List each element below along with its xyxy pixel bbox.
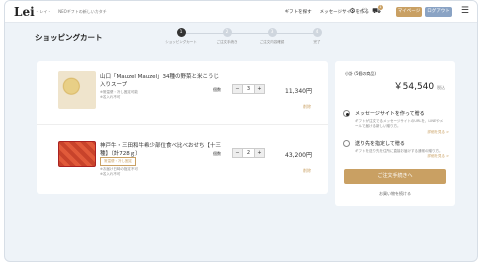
quantity-decrease-button[interactable]: − — [233, 149, 242, 157]
cart-items-panel: 山口「Mauzel Mauzel」34種の野菜と米こうじ入りスープ ※常温便・冷… — [37, 61, 328, 194]
radio-message-site[interactable] — [343, 110, 350, 117]
quantity-label: 個数 — [213, 87, 221, 92]
step-4-number: 4 — [312, 28, 322, 37]
cart-count-badge: 1 — [378, 5, 383, 10]
option-details-link[interactable]: 詳細を見る > — [427, 154, 449, 159]
quantity-value[interactable]: 3 — [242, 85, 255, 93]
option-title[interactable]: 送り先を指定して贈る — [355, 140, 405, 147]
app-frame: Lei - レイ - NEOギフトの新しいカタチ ギフトを探す メッセージサイト… — [4, 0, 478, 262]
item-price: 11,340円 — [285, 88, 312, 95]
nav-find-gift[interactable]: ギフトを探す — [285, 9, 312, 15]
cart-item: 神戸牛・三田和牛希少部位食べ比べおせち【十三種】（計728ｇ） 常温便・冷し固定… — [37, 125, 328, 189]
option-ship-to-address[interactable]: 送り先を指定して贈る ギフトを送り先を住所に直接お届けする通常の贈り方。 詳細を… — [343, 140, 449, 164]
option-details-link[interactable]: 詳細を見る > — [427, 130, 449, 135]
step-3: 3 ご注文内容確認 — [252, 28, 292, 45]
continue-shopping-link[interactable]: お買い物を続ける — [335, 191, 455, 197]
step-2-label: ご注文手続き — [216, 40, 238, 44]
header-icons: ⚙ ♡ ⛟ 1 — [348, 5, 383, 15]
subtotal-value: ￥54,540 — [393, 82, 435, 92]
checkout-progress-steps: 1 ショッピングカート 2 ご注文手続き 3 ご注文内容確認 4 完了 — [165, 28, 322, 48]
shipping-tag: 常温便・冷し固定 — [100, 157, 136, 166]
item-price: 43,200円 — [285, 152, 312, 159]
product-name[interactable]: 神戸牛・三田和牛希少部位食べ比べおせち【十三種】（計728ｇ） — [100, 142, 222, 158]
heart-icon[interactable]: ♡ — [360, 7, 369, 15]
quantity-stepper: − 3 + — [232, 84, 265, 94]
option-description: ギフトが注文でるメッセージサイトのURLを、LINEやメールで届ける新しい贈り方… — [355, 119, 444, 128]
step-4-label: 完了 — [313, 40, 321, 44]
product-note: ※名入れ不可 — [100, 172, 121, 176]
step-1-label: ショッピングカート — [165, 40, 197, 44]
step-3-number: 3 — [267, 28, 277, 37]
order-summary-panel: 小計 (5個の商品) ￥54,540 税込 メッセージサイトを作って贈る ギフト… — [335, 61, 455, 206]
option-message-site[interactable]: メッセージサイトを作って贈る ギフトが注文でるメッセージサイトのURLを、LIN… — [343, 110, 449, 138]
option-title[interactable]: メッセージサイトを作って贈る — [355, 110, 425, 117]
product-note: ※名入れ不可 — [100, 95, 121, 99]
logout-button[interactable]: ログアウト — [425, 7, 452, 17]
subtotal-label: 小計 (5個の商品) — [345, 71, 376, 76]
quantity-value[interactable]: 2 — [242, 149, 255, 157]
subtotal-tax-note: 税込 — [437, 85, 445, 90]
proceed-to-checkout-button[interactable]: ご注文手続きへ — [344, 169, 446, 184]
gift-settings-icon[interactable]: ⚙ — [348, 7, 357, 15]
site-tagline: NEOギフトの新しいカタチ — [58, 8, 107, 14]
quantity-stepper: − 2 + — [232, 148, 265, 158]
site-header: Lei - レイ - NEOギフトの新しいカタチ ギフトを探す メッセージサイト… — [5, 1, 477, 23]
product-name[interactable]: 山口「Mauzel Mauzel」34種の野菜と米こうじ入りスープ — [100, 73, 222, 89]
step-2: 2 ご注文手続き — [207, 28, 247, 45]
hamburger-menu-icon[interactable]: ☰ — [461, 6, 469, 16]
radio-ship-to-address[interactable] — [343, 140, 350, 147]
quantity-label: 個数 — [213, 151, 221, 156]
product-image[interactable] — [58, 71, 96, 109]
step-4: 4 完了 — [297, 28, 337, 45]
quantity-increase-button[interactable]: + — [255, 149, 264, 157]
logo-subtitle: - レイ - — [36, 8, 51, 14]
delete-item-link[interactable]: 削除 — [303, 168, 311, 174]
mypage-button[interactable]: マイページ — [396, 7, 422, 17]
quantity-increase-button[interactable]: + — [255, 85, 264, 93]
delete-item-link[interactable]: 削除 — [303, 104, 311, 110]
quantity-decrease-button[interactable]: − — [233, 85, 242, 93]
cart-item: 山口「Mauzel Mauzel」34種の野菜と米こうじ入りスープ ※常温便・冷… — [37, 61, 328, 125]
site-logo[interactable]: Lei — [14, 5, 35, 19]
step-3-label: ご注文内容確認 — [259, 40, 285, 44]
product-image[interactable] — [58, 141, 96, 167]
step-1: 1 ショッピングカート — [161, 28, 201, 45]
cart-icon[interactable]: ⛟ 1 — [372, 5, 383, 15]
subtotal-amount: ￥54,540 税込 — [394, 79, 445, 92]
page-title: ショッピングカート — [35, 33, 103, 42]
step-1-number: 1 — [176, 28, 186, 37]
step-2-number: 2 — [222, 28, 232, 37]
